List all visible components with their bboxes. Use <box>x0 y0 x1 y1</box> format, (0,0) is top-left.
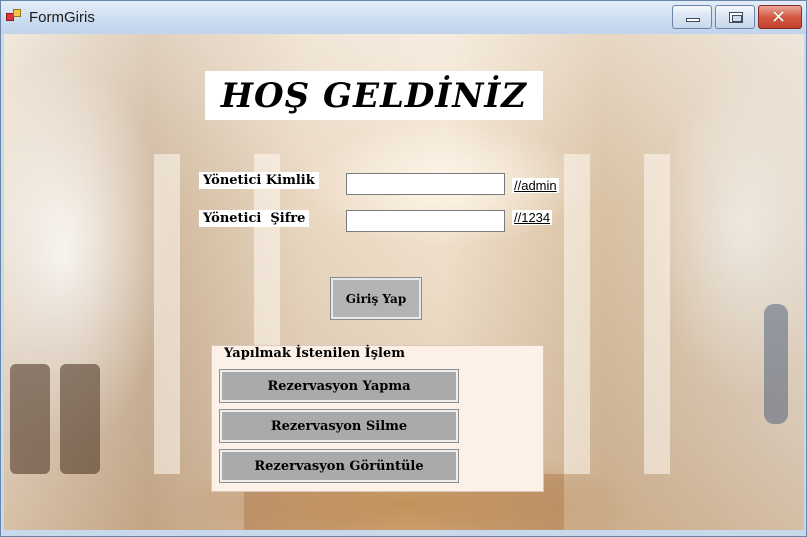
close-icon: ✕ <box>771 7 787 28</box>
admin-id-hint: //admin <box>512 178 559 193</box>
admin-id-input[interactable] <box>346 173 505 195</box>
form-window: FormGiris ✕ HOŞ GELDİNİZ Yönetici Kimlik… <box>0 0 807 537</box>
delete-reservation-button[interactable]: Rezervasyon Silme <box>219 409 459 443</box>
form-icon <box>6 9 22 23</box>
login-button[interactable]: Giriş Yap <box>330 277 422 320</box>
admin-id-label: Yönetici Kimlik <box>199 172 319 189</box>
window-title: FormGiris <box>29 9 95 26</box>
admin-password-input[interactable] <box>346 210 505 232</box>
maximize-icon <box>729 12 743 23</box>
admin-password-hint: //1234 <box>512 210 553 225</box>
form-client-area: HOŞ GELDİNİZ Yönetici Kimlik //admin Yön… <box>4 34 804 530</box>
admin-password-label: Yönetici Şifre <box>199 210 310 227</box>
maximize-button[interactable] <box>715 5 755 29</box>
make-reservation-button[interactable]: Rezervasyon Yapma <box>219 369 459 403</box>
operations-title: Yapılmak İstenilen İşlem <box>222 346 407 361</box>
view-reservation-button[interactable]: Rezervasyon Görüntüle <box>219 449 459 483</box>
welcome-banner: HOŞ GELDİNİZ <box>205 71 543 120</box>
title-bar[interactable]: FormGiris ✕ <box>1 1 806 34</box>
operations-groupbox: Yapılmak İstenilen İşlem Rezervasyon Yap… <box>211 345 544 492</box>
minimize-button[interactable] <box>672 5 712 29</box>
close-button[interactable]: ✕ <box>758 5 802 29</box>
minimize-icon <box>686 18 700 22</box>
